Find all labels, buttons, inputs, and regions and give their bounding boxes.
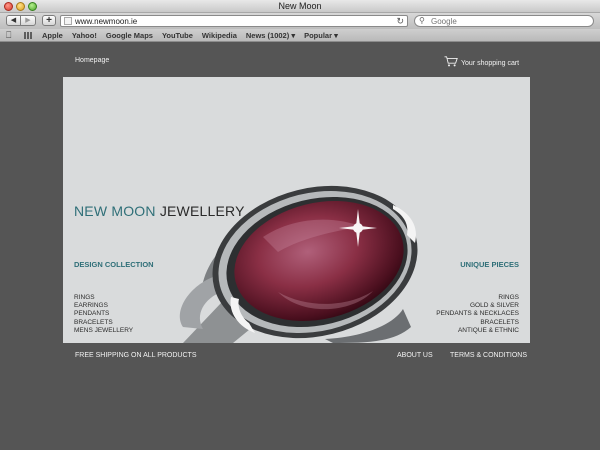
back-button[interactable]: ◀ [6,15,21,26]
unique-pieces-list: RINGS GOLD & SILVER PENDANTS & NECKLACES… [436,294,519,335]
address-bar[interactable]: www.newmoon.ie ↻ [60,15,408,27]
about-us-link[interactable]: ABOUT US [397,352,433,359]
bookmark-items: Apple Yahoo! Google Maps YouTube Wikiped… [42,31,338,40]
shopping-cart-link[interactable]: Your shopping cart [444,56,519,67]
design-pendants-link[interactable]: PENDANTS [74,310,133,318]
forward-arrow-icon: ▶ [25,17,31,24]
bookmark-youtube[interactable]: YouTube [162,31,193,40]
unique-rings-link[interactable]: RINGS [436,294,519,302]
design-earrings-link[interactable]: EARRINGS [74,302,133,310]
favicon-icon [64,17,72,25]
shopping-cart-label: Your shopping cart [461,60,520,67]
design-mens-jewellery-link[interactable]: MENS JEWELLERY [74,327,133,335]
bookmark-yahoo[interactable]: Yahoo! [72,31,97,40]
design-collection-list: RINGS EARRINGS PENDANTS BRACELETS MENS J… [74,294,133,335]
search-box[interactable]: ⚲ [414,15,594,27]
open-book-icon[interactable]: ⎕ [6,31,11,40]
add-bookmark-button[interactable]: + [42,15,56,26]
browser-toolbar: ◀ ▶ + www.newmoon.ie ↻ ⚲ [0,13,600,29]
shopping-cart-icon [444,56,458,67]
forward-button[interactable]: ▶ [21,15,36,26]
back-arrow-icon: ◀ [10,17,17,24]
bookmark-google-maps[interactable]: Google Maps [106,31,153,40]
bookmarks-bar: ⎕ Apple Yahoo! Google Maps YouTube Wikip… [0,29,600,42]
design-bracelets-link[interactable]: BRACELETS [74,319,133,327]
window-titlebar: New Moon [0,0,600,13]
brand-name-part1: NEW MOON [74,203,156,219]
search-input[interactable] [431,16,581,26]
homepage-link[interactable]: Homepage [75,57,109,64]
free-shipping-link[interactable]: FREE SHIPPING ON ALL PRODUCTS [75,352,197,359]
bookmark-popular[interactable]: Popular ▾ [304,31,338,40]
bookmark-news[interactable]: News (1002) ▾ [246,31,295,40]
brand-name-part2: JEWELLERY [159,203,245,219]
plus-icon: + [46,15,52,26]
unique-pieces-heading[interactable]: UNIQUE PIECES [460,260,519,269]
unique-antique-ethnic-link[interactable]: ANTIQUE & ETHNIC [436,327,519,335]
top-sites-grid-icon[interactable] [24,32,32,39]
bookmark-apple[interactable]: Apple [42,31,63,40]
url-text[interactable]: www.newmoon.ie [75,17,137,26]
terms-conditions-link[interactable]: TERMS & CONDITIONS [450,352,527,359]
reload-icon[interactable]: ↻ [396,16,404,26]
navigation-buttons: ◀ ▶ [6,15,36,26]
unique-pendants-necklaces-link[interactable]: PENDANTS & NECKLACES [436,310,519,318]
bookmark-wikipedia[interactable]: Wikipedia [202,31,237,40]
search-icon: ⚲ [419,16,425,25]
design-rings-link[interactable]: RINGS [74,294,133,302]
unique-gold-silver-link[interactable]: GOLD & SILVER [436,302,519,310]
design-collection-heading[interactable]: DESIGN COLLECTION [74,260,154,269]
web-page: Homepage Your shopping cart NEW MOON JEW… [0,43,600,450]
brand-logo[interactable]: NEW MOON JEWELLERY [74,203,245,219]
unique-bracelets-link[interactable]: BRACELETS [436,319,519,327]
hero-banner: NEW MOON JEWELLERY DESIGN COLLECTION UNI… [63,77,530,343]
window-title: New Moon [278,1,322,11]
